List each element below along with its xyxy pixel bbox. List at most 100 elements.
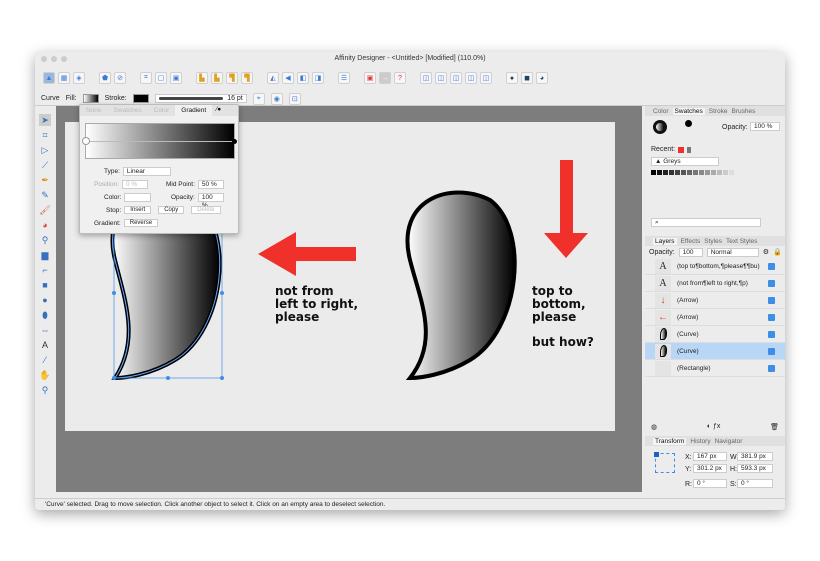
- recent-swatch[interactable]: [678, 146, 685, 153]
- pencil-tool-icon[interactable]: ✎: [39, 189, 51, 201]
- brush-tool-icon[interactable]: 🖌: [39, 204, 51, 216]
- rotate-ccw-icon[interactable]: ◧: [297, 72, 309, 84]
- rotation-field[interactable]: 0 °: [693, 479, 727, 488]
- opacity-field[interactable]: 100 %: [750, 122, 780, 131]
- layer-row[interactable]: ← (Arrow): [645, 309, 785, 326]
- tab-text-styles[interactable]: Text Styles: [726, 238, 757, 245]
- flip-h-icon[interactable]: ◭: [267, 72, 279, 84]
- add-icon[interactable]: ◫: [420, 72, 432, 84]
- no-snap-icon[interactable]: ⊘: [114, 72, 126, 84]
- window-controls[interactable]: [41, 56, 67, 62]
- crosshair-icon[interactable]: ⌖: [252, 92, 265, 105]
- arrange-back-icon[interactable]: ▙: [196, 72, 208, 84]
- tab-transform[interactable]: Transform: [653, 437, 687, 445]
- tab-effects[interactable]: Effects: [681, 238, 701, 245]
- ellipse-tool-icon[interactable]: ●: [39, 294, 51, 306]
- tab-stroke[interactable]: Stroke: [709, 108, 728, 115]
- tab-history[interactable]: History: [690, 438, 710, 445]
- gear-icon[interactable]: ⚙: [763, 248, 769, 256]
- eyedropper-icon[interactable]: ⁄: [39, 354, 51, 366]
- arrange-forward-icon[interactable]: ▜: [226, 72, 238, 84]
- layer-row[interactable]: (Rectangle): [645, 360, 785, 377]
- pen-tool-icon[interactable]: ✒: [39, 174, 51, 186]
- gradient-stop-end[interactable]: [232, 139, 237, 144]
- boolean-icon[interactable]: ◼: [521, 72, 533, 84]
- position-field[interactable]: 0 %: [121, 180, 148, 189]
- layer-row[interactable]: (Curve): [645, 343, 785, 360]
- y-field[interactable]: 301.2 px: [693, 464, 727, 473]
- transform-origin-icon[interactable]: ⊡: [288, 92, 301, 105]
- corner-tool-icon[interactable]: ⟋: [39, 159, 51, 171]
- insert-stop-button[interactable]: Insert: [124, 206, 152, 214]
- align-icon[interactable]: ☰: [338, 72, 350, 84]
- tab-brushes[interactable]: Brushes: [732, 108, 756, 115]
- snapping-icon[interactable]: ⬟: [99, 72, 111, 84]
- layer-opacity-field[interactable]: 100: [678, 247, 703, 257]
- rotate-cw-icon[interactable]: ◨: [312, 72, 324, 84]
- x-field[interactable]: 167 px: [693, 452, 727, 461]
- delete-stop-button[interactable]: Delete: [191, 206, 221, 214]
- swatch-grid[interactable]: [645, 170, 785, 175]
- tab-swatches[interactable]: Swatches: [672, 107, 705, 115]
- visibility-checkbox[interactable]: [768, 330, 775, 338]
- flip-v-icon[interactable]: ◀: [282, 72, 294, 84]
- color-picker-icon[interactable]: ◕: [39, 219, 51, 231]
- visibility-checkbox[interactable]: [768, 347, 775, 355]
- fill-stroke-well[interactable]: [653, 120, 667, 134]
- tab-none[interactable]: None: [80, 105, 108, 116]
- tab-color[interactable]: Color: [148, 105, 176, 116]
- stop-color-well[interactable]: [124, 193, 152, 202]
- stroke-swatch[interactable]: [132, 94, 149, 103]
- pixel-persona-icon[interactable]: ▦: [58, 72, 70, 84]
- lock-icon[interactable]: 🔒: [773, 248, 782, 256]
- copy-stop-button[interactable]: Copy: [158, 206, 185, 214]
- gradient-preview[interactable]: [82, 123, 237, 159]
- tab-swatches[interactable]: Swatches: [108, 105, 148, 116]
- blend-mode-select[interactable]: Normal: [706, 247, 759, 257]
- tab-navigator[interactable]: Navigator: [715, 438, 743, 445]
- delete-layer-icon[interactable]: 🗑: [770, 423, 779, 431]
- shear-field[interactable]: 0 °: [737, 479, 773, 488]
- swatch-search[interactable]: ⌕: [651, 218, 761, 227]
- intersect-icon[interactable]: ◫: [450, 72, 462, 84]
- shape-tool-icon[interactable]: ⬮: [39, 309, 51, 321]
- designer-persona-icon[interactable]: ▲: [43, 72, 55, 84]
- layer-row[interactable]: (Curve): [645, 326, 785, 343]
- artboard-tool-icon[interactable]: ⌗: [39, 129, 51, 141]
- transparency-tool-icon[interactable]: ⇔: [39, 324, 51, 336]
- divide-icon[interactable]: ◫: [480, 72, 492, 84]
- palette-select[interactable]: ▲ Greys: [651, 157, 719, 166]
- boolean2-icon[interactable]: ◕: [536, 72, 548, 84]
- tab-gradient[interactable]: Gradient: [175, 105, 213, 116]
- gradient-stop-start[interactable]: [82, 137, 90, 145]
- arrange-front-icon[interactable]: ▜: [241, 72, 253, 84]
- bounds-icon[interactable]: ▢: [155, 72, 167, 84]
- insert-inside-icon[interactable]: ▣: [364, 72, 376, 84]
- tab-color[interactable]: Color: [653, 108, 669, 115]
- anchor-selector[interactable]: [654, 452, 675, 473]
- insert-behind-icon[interactable]: →: [379, 72, 391, 84]
- move-tool-icon[interactable]: ➤: [39, 114, 51, 126]
- subtract-icon[interactable]: ◫: [435, 72, 447, 84]
- tab-layers[interactable]: Layers: [653, 237, 677, 245]
- zoom-tool-icon[interactable]: ⚲: [39, 384, 51, 396]
- stroke-width-slider[interactable]: 16 pt: [154, 94, 247, 103]
- eye-icon[interactable]: ◉: [270, 92, 283, 105]
- color-dot[interactable]: [685, 120, 692, 127]
- grid-icon[interactable]: ⌗: [140, 72, 152, 84]
- fill-swatch[interactable]: [82, 94, 99, 103]
- fill-tool-icon[interactable]: ⚲: [39, 234, 51, 246]
- visibility-checkbox[interactable]: [768, 279, 775, 287]
- h-field[interactable]: 593.3 px: [737, 464, 773, 473]
- hand-tool-icon[interactable]: ✋: [39, 369, 51, 381]
- combine-icon[interactable]: ●: [506, 72, 518, 84]
- stop-opacity-field[interactable]: 100 %: [197, 193, 224, 209]
- tab-styles[interactable]: Styles: [704, 238, 722, 245]
- export-persona-icon[interactable]: ◈: [73, 72, 85, 84]
- visibility-checkbox[interactable]: [768, 296, 775, 304]
- recent-swatch[interactable]: [687, 146, 692, 153]
- eyedropper-icon[interactable]: ⁄●: [212, 105, 225, 116]
- layer-row[interactable]: A (not from¶left to right,¶p): [645, 275, 785, 292]
- layer-row[interactable]: A (top to¶bottom,¶please¶¶bu): [645, 258, 785, 275]
- visibility-checkbox[interactable]: [768, 262, 775, 270]
